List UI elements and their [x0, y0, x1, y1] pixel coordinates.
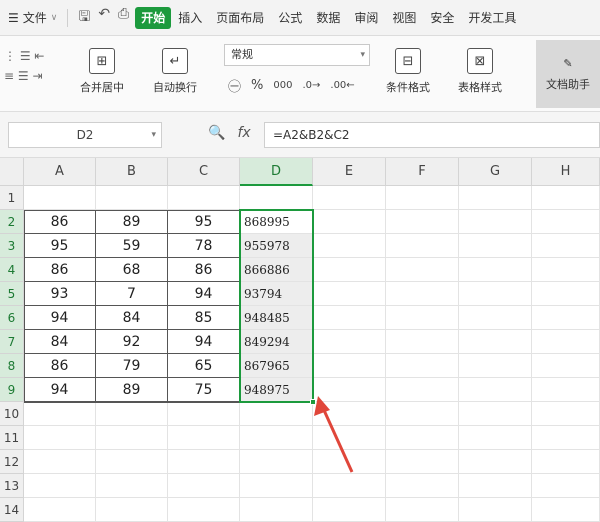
- zoom-icon[interactable]: 🔍: [208, 125, 225, 141]
- percent-icon[interactable]: %: [251, 78, 263, 93]
- tab-7[interactable]: 安全: [423, 7, 461, 29]
- conditional-format-label: 条件格式: [386, 81, 430, 94]
- tab-3[interactable]: 公式: [271, 7, 309, 29]
- align-left-icon[interactable]: ⋮ ☰ ⇤: [4, 46, 64, 66]
- spreadsheet-grid: A B C D E F G H 1 2 86 89 95 868995 3 95 59 78 955978 4 86 68…: [0, 158, 600, 522]
- merge-cells-icon: ⊞: [89, 48, 115, 74]
- decrease-decimal-icon[interactable]: .00←: [330, 80, 354, 91]
- conditional-format-button[interactable]: ⊟ 条件格式: [386, 48, 430, 95]
- cell-b14[interactable]: [96, 498, 168, 522]
- chevron-down-icon: ▾: [151, 130, 156, 140]
- tab-5[interactable]: 审阅: [347, 7, 385, 29]
- file-menu[interactable]: ☰ 文件 ∨: [0, 0, 63, 35]
- quick-access-toolbar: 🖫 ↶ ⎙: [72, 6, 135, 30]
- chevron-down-icon: ▾: [360, 50, 365, 60]
- tab-2[interactable]: 页面布局: [209, 7, 271, 29]
- wrap-text-button[interactable]: ↵ 自动换行: [153, 48, 197, 95]
- table-style-label: 表格样式: [458, 81, 502, 94]
- hamburger-icon: ☰: [8, 10, 19, 25]
- cell-e14[interactable]: [313, 498, 386, 522]
- menu-bar: ☰ 文件 ∨ 🖫 ↶ ⎙ 开始 插入 页面布局 公式 数据 审阅 视图 安全 开发工具: [0, 0, 600, 36]
- number-format-tools: ㊀ % 000 .0→ .00←: [228, 76, 355, 95]
- thousands-icon[interactable]: 000: [273, 80, 292, 91]
- formula-bar: D2 ▾ 🔍 fx =A2&B2&C2: [0, 112, 600, 158]
- cell-a14[interactable]: [24, 498, 96, 522]
- number-format-value: 常规: [231, 48, 253, 61]
- conditional-format-icon: ⊟: [395, 48, 421, 74]
- tab-8[interactable]: 开发工具: [461, 7, 523, 29]
- ribbon: ⋮ ☰ ⇤ ≡ ☰ ⇥ ⊞ 合并居中 ↵ 自动换行 常规 ▾ ㊀ % 000 .…: [0, 36, 600, 112]
- row-header-14[interactable]: 14: [0, 498, 24, 522]
- undo-icon[interactable]: ↶: [98, 6, 110, 30]
- table-style-button[interactable]: ⊠ 表格样式: [458, 48, 502, 95]
- arrow-shaft: [321, 407, 354, 473]
- tab-1[interactable]: 插入: [171, 7, 209, 29]
- cell-g14[interactable]: [459, 498, 532, 522]
- divider: [67, 8, 69, 27]
- name-box-value: D2: [76, 128, 94, 142]
- name-box[interactable]: D2 ▾: [8, 122, 162, 148]
- merge-center-button[interactable]: ⊞ 合并居中: [80, 48, 124, 95]
- file-menu-label: 文件: [22, 11, 47, 25]
- wrap-text-icon: ↵: [162, 48, 188, 74]
- tab-4[interactable]: 数据: [309, 7, 347, 29]
- ribbon-tabs: 开始 插入 页面布局 公式 数据 审阅 视图 安全 开发工具: [135, 6, 523, 29]
- save-icon[interactable]: 🖫: [78, 6, 90, 30]
- print-icon[interactable]: ⎙: [118, 6, 129, 30]
- alignment-group: ⋮ ☰ ⇤ ≡ ☰ ⇥: [4, 46, 64, 86]
- arrow-head: [314, 396, 330, 416]
- formula-input[interactable]: =A2&B2&C2: [264, 122, 600, 148]
- cell-d14[interactable]: [240, 498, 313, 522]
- annotation-arrow: [314, 396, 354, 473]
- chevron-down-icon: ∨: [50, 12, 58, 23]
- increase-decimal-icon[interactable]: .0→: [302, 80, 320, 91]
- doc-assistant-button[interactable]: ✎ 文档助手: [536, 40, 600, 108]
- merge-center-label: 合并居中: [80, 81, 124, 94]
- doc-assistant-label: 文档助手: [546, 77, 590, 91]
- cell-h14[interactable]: [532, 498, 600, 522]
- tab-6[interactable]: 视图: [385, 7, 423, 29]
- tab-0[interactable]: 开始: [135, 6, 172, 29]
- formula-tools: 🔍 fx: [208, 125, 251, 141]
- doc-assistant-icon: ✎: [563, 56, 573, 70]
- align-justify-icon[interactable]: ≡ ☰ ⇥: [4, 66, 64, 86]
- wrap-text-label: 自动换行: [153, 81, 197, 94]
- table-style-icon: ⊠: [467, 48, 493, 74]
- cell-f14[interactable]: [386, 498, 459, 522]
- currency-icon[interactable]: ㊀: [228, 76, 241, 95]
- fx-icon[interactable]: fx: [237, 125, 250, 141]
- number-format-select[interactable]: 常规 ▾: [224, 44, 370, 66]
- cell-c14[interactable]: [168, 498, 240, 522]
